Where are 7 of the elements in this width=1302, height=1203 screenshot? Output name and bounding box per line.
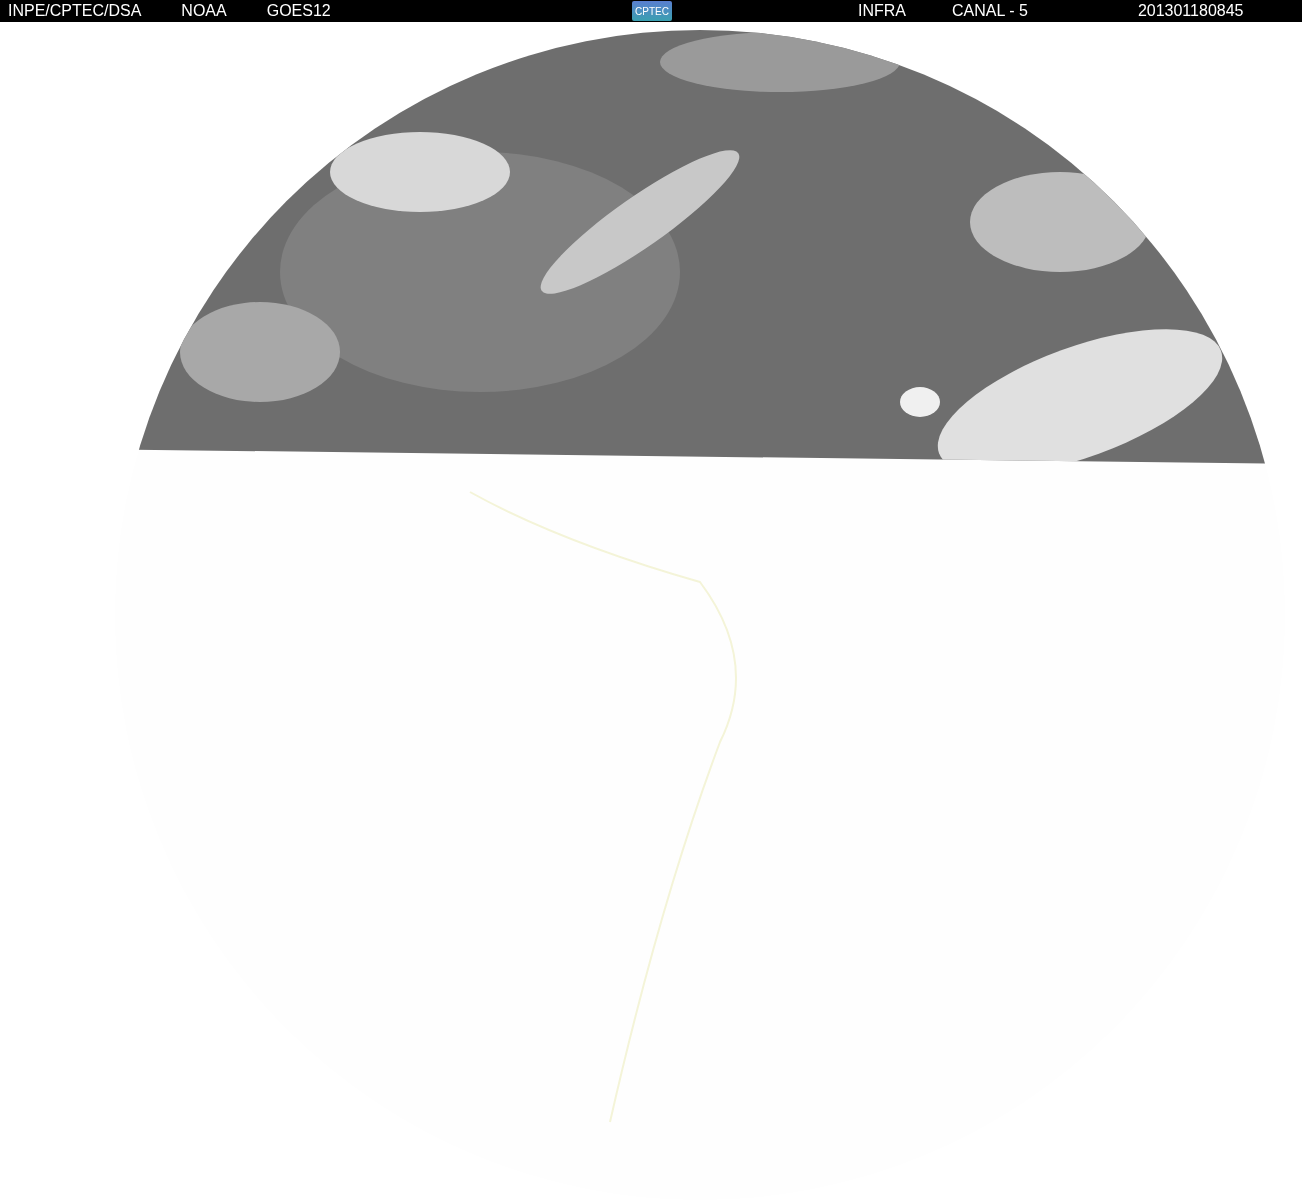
header-label: CANAL - 5 xyxy=(952,2,1028,20)
header-label: 201301180845 xyxy=(1137,2,1244,20)
header-label: NOAA xyxy=(181,2,227,20)
logo: CPTEC xyxy=(632,1,672,21)
header-label: INFRA xyxy=(858,2,906,20)
header-label: GOES12 xyxy=(266,2,331,20)
header-label: INPE/CPTEC/DSA xyxy=(8,2,142,20)
